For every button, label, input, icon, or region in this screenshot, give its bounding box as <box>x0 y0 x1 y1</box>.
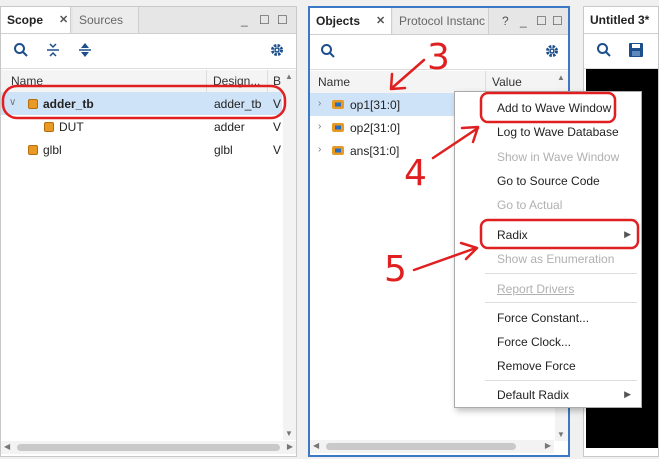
annotation-number-3: 3 <box>427 37 450 78</box>
annotation-number-5: 5 <box>384 249 407 290</box>
annotation-layer <box>1 58 640 272</box>
annotation-number-4: 4 <box>404 153 427 194</box>
annotation-highlight-adder-tb <box>1 84 287 120</box>
annotation-arrow-3 <box>390 58 426 90</box>
annotation-highlight-radix <box>479 218 640 250</box>
annotation-highlight-add-to-wave <box>479 91 617 124</box>
annotation-arrow-4 <box>431 126 480 160</box>
